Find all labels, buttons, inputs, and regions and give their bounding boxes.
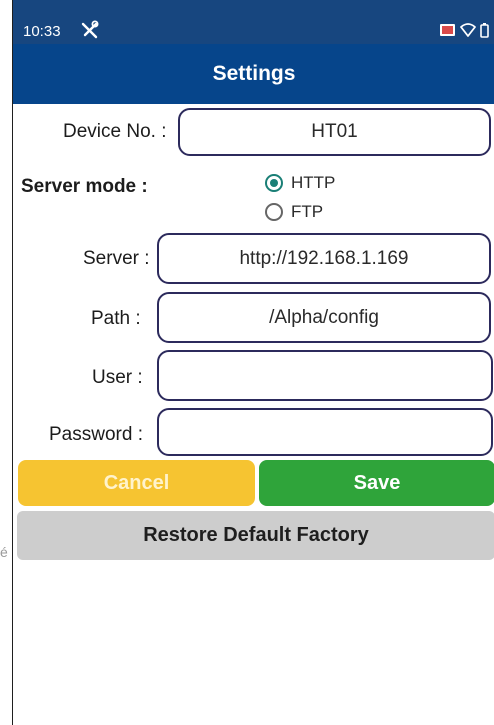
password-field[interactable] [157, 408, 493, 456]
page-title: Settings [212, 62, 296, 85]
restore-default-factory-button[interactable]: Restore Default Factory [17, 511, 494, 560]
restore-label: Restore Default Factory [143, 524, 369, 546]
device-no-value: HT01 [311, 121, 358, 142]
radio-ftp[interactable]: FTP [265, 202, 323, 222]
path-field[interactable]: /Alpha/config [157, 292, 491, 343]
server-mode-label: Server mode : [21, 176, 148, 197]
stray-edge-mark: é [0, 544, 8, 560]
save-label: Save [353, 471, 401, 494]
radio-ftp-label: FTP [291, 202, 324, 221]
status-time: 10:33 [23, 23, 61, 40]
user-label: User : [92, 367, 143, 388]
path-value: /Alpha/config [269, 306, 379, 328]
device-no-label: Device No. : [63, 121, 167, 142]
phone-screen: 10:33 Settings Device No. : HT01 Server … [12, 0, 494, 725]
radio-ftp-indicator[interactable] [265, 203, 283, 221]
password-label: Password : [49, 424, 143, 445]
radio-http-label: HTTP [291, 173, 336, 192]
server-value: http://192.168.1.169 [239, 247, 409, 269]
radio-http[interactable]: HTTP [265, 173, 335, 193]
server-field[interactable]: http://192.168.1.169 [157, 233, 491, 284]
status-bar: 10:33 [13, 0, 494, 44]
device-no-field[interactable]: HT01 [178, 108, 491, 156]
cancel-button[interactable]: Cancel [18, 460, 255, 506]
battery-icon [480, 22, 489, 38]
server-label: Server : [83, 248, 150, 269]
status-icons [439, 22, 489, 38]
cancel-label: Cancel [103, 471, 170, 494]
user-field[interactable] [157, 350, 493, 401]
radio-http-indicator[interactable] [265, 174, 283, 192]
tools-icon [81, 20, 99, 39]
path-label: Path : [91, 308, 141, 329]
title-bar: Settings [13, 44, 494, 104]
wifi-icon [460, 23, 476, 37]
cast-icon [440, 24, 455, 36]
save-button[interactable]: Save [259, 460, 494, 506]
